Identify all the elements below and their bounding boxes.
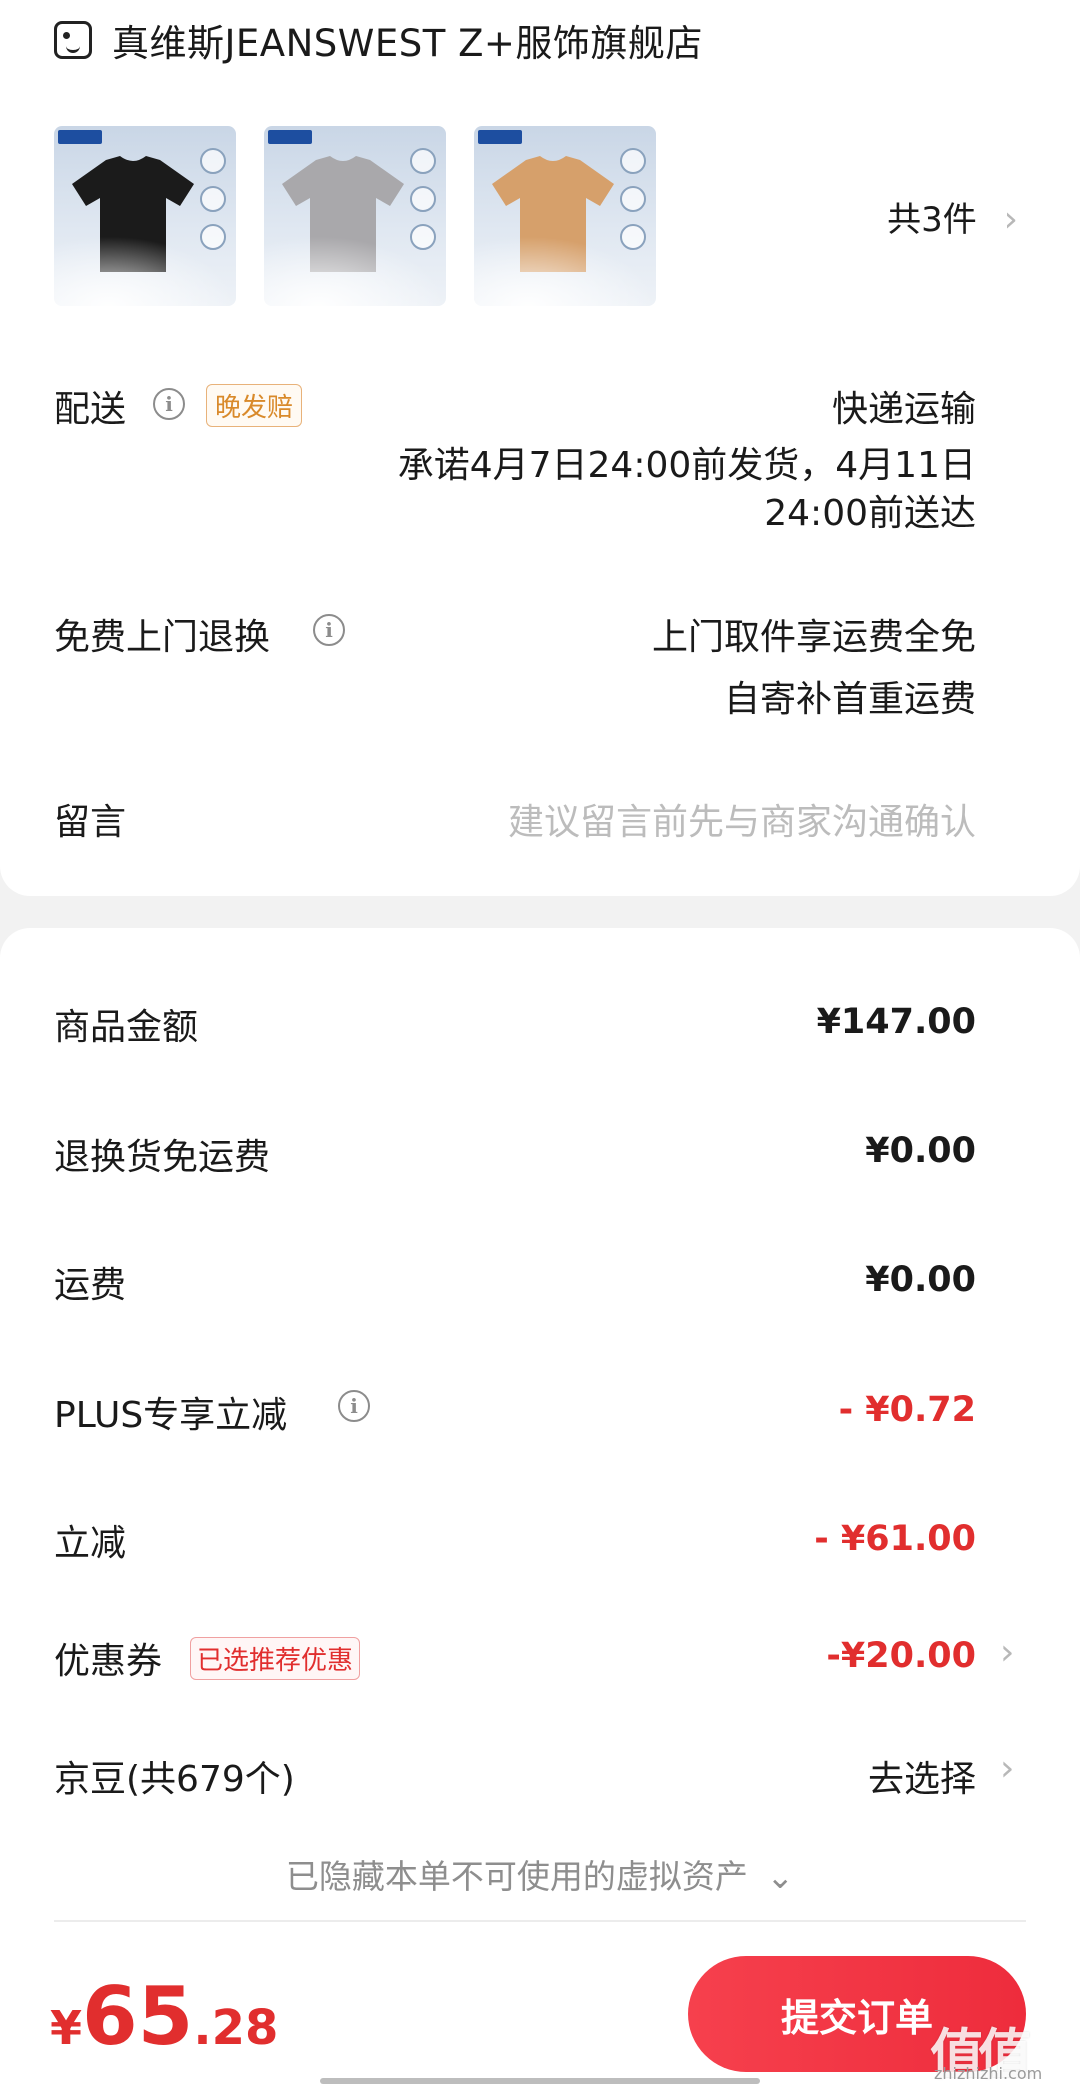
late-compensation-badge: 晚发赔 xyxy=(206,384,303,427)
plus-discount-value: - ¥0.72 xyxy=(838,1390,976,1430)
product-thumbnail[interactable] xyxy=(264,126,446,306)
shop-name: 真维斯JEANSWEST Z+服饰旗舰店 xyxy=(112,22,703,65)
chevron-right-icon: › xyxy=(1003,199,1018,240)
delivery-promise-line2: 24:00前送达 xyxy=(764,493,976,534)
product-thumbnail[interactable] xyxy=(54,126,236,306)
product-thumbnail[interactable] xyxy=(474,126,656,306)
hidden-assets-toggle[interactable]: 已隐藏本单不可使用的虚拟资产 ⌄ xyxy=(0,1850,1080,1898)
coupon-recommended-badge: 已选推荐优惠 xyxy=(190,1637,361,1680)
chevron-right-icon[interactable]: › xyxy=(1000,1748,1014,1789)
message-label: 留言 xyxy=(54,802,127,843)
brand-tag xyxy=(478,130,522,144)
item-count-link[interactable]: 共3件 › xyxy=(887,192,1018,241)
chevron-down-icon: ⌄ xyxy=(766,1857,795,1896)
home-indicator[interactable] xyxy=(320,2078,760,2084)
hidden-assets-text: 已隐藏本单不可使用的虚拟资产 xyxy=(285,1857,748,1896)
jd-beans-select[interactable]: 去选择 xyxy=(868,1750,976,1802)
jd-beans-label: 京豆(共679个) xyxy=(54,1759,295,1800)
total-price: ¥65.28 xyxy=(50,1970,278,2063)
chevron-right-icon[interactable]: › xyxy=(1000,1632,1014,1673)
fog-decoration xyxy=(54,236,236,306)
free-return-line2: 自寄补首重运费 xyxy=(723,679,976,720)
goods-amount-value: ¥147.00 xyxy=(816,1002,976,1042)
cost-summary-card xyxy=(0,928,1080,2088)
brand-tag xyxy=(268,130,312,144)
coupon-value[interactable]: -¥20.00 xyxy=(826,1636,976,1676)
delivery-label: 配送 xyxy=(54,389,127,430)
watermark-logo: 值值值 zhizhizhi.com xyxy=(930,2010,1070,2086)
info-icon[interactable]: i xyxy=(153,388,185,420)
instant-discount-label: 立减 xyxy=(54,1523,127,1564)
total-integer: 65 xyxy=(82,1970,194,2063)
shipping-value: ¥0.00 xyxy=(865,1260,976,1300)
store-icon xyxy=(54,21,92,59)
return-free-value: ¥0.00 xyxy=(865,1131,976,1171)
free-return-line1: 上门取件享运费全免 xyxy=(651,617,976,658)
free-return-label: 免费上门退换 xyxy=(54,617,271,658)
delivery-promise-line1: 承诺4月7日24:00前发货，4月11日 xyxy=(397,445,976,486)
message-input[interactable]: 建议留言前先与商家沟通确认 xyxy=(508,793,976,845)
item-count: 共3件 xyxy=(887,200,977,240)
plus-discount-label: PLUS专享立减 xyxy=(54,1395,288,1436)
shipping-label: 运费 xyxy=(54,1265,127,1306)
instant-discount-value: - ¥61.00 xyxy=(814,1519,976,1559)
currency-symbol: ¥ xyxy=(50,2001,83,2055)
watermark-url: zhizhizhi.com xyxy=(934,2064,1043,2083)
order-info-card: 真维斯JEANSWEST Z+服饰旗舰店 共3件 › 配送 i 晚发赔 快递运输… xyxy=(0,0,1080,896)
brand-tag xyxy=(58,130,102,144)
return-free-label: 退换货免运费 xyxy=(54,1137,271,1178)
total-decimal: .28 xyxy=(193,2000,279,2056)
shop-header[interactable]: 真维斯JEANSWEST Z+服饰旗舰店 xyxy=(54,12,703,68)
info-icon[interactable]: i xyxy=(338,1390,370,1422)
divider xyxy=(54,1920,1026,1922)
coupon-label: 优惠券 xyxy=(54,1641,163,1682)
goods-amount-label: 商品金额 xyxy=(54,1007,199,1048)
fog-decoration xyxy=(474,236,656,306)
fog-decoration xyxy=(264,236,446,306)
info-icon[interactable]: i xyxy=(313,614,345,646)
delivery-method[interactable]: 快递运输 xyxy=(832,380,976,432)
